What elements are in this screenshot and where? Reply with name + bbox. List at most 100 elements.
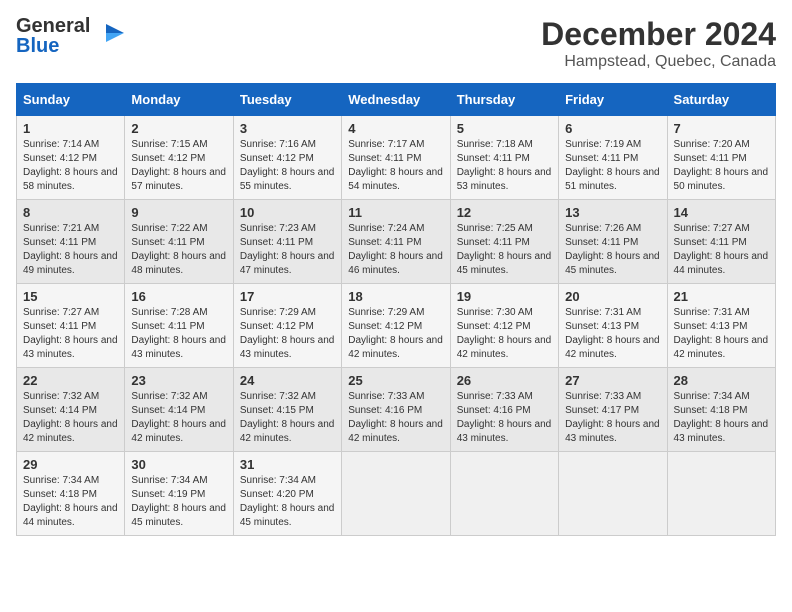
day-number: 15	[23, 289, 118, 304]
calendar-body: 1 Sunrise: 7:14 AMSunset: 4:12 PMDaylight…	[17, 116, 776, 536]
day-info: Sunrise: 7:32 AMSunset: 4:15 PMDaylight:…	[240, 391, 335, 444]
header-cell-saturday: Saturday	[667, 84, 775, 116]
day-cell: 27 Sunrise: 7:33 AMSunset: 4:17 PMDayligh…	[559, 368, 667, 452]
day-cell: 24 Sunrise: 7:32 AMSunset: 4:15 PMDayligh…	[233, 368, 341, 452]
day-info: Sunrise: 7:16 AMSunset: 4:12 PMDaylight:…	[240, 139, 335, 192]
week-row-3: 15 Sunrise: 7:27 AMSunset: 4:11 PMDayligh…	[17, 284, 776, 368]
day-cell: 5Sunrise: 7:18 AMSunset: 4:11 PMDaylight…	[450, 116, 558, 200]
header-cell-tuesday: Tuesday	[233, 84, 341, 116]
main-title: December 2024	[541, 16, 776, 53]
day-number: 29	[23, 457, 118, 472]
day-cell: 21 Sunrise: 7:31 AMSunset: 4:13 PMDayligh…	[667, 284, 775, 368]
day-info: Sunrise: 7:27 AMSunset: 4:11 PMDaylight:…	[674, 223, 769, 276]
day-number: 4	[348, 121, 443, 136]
day-number: 11	[348, 205, 443, 220]
day-cell: 7 Sunrise: 7:20 AMSunset: 4:11 PMDaylight…	[667, 116, 775, 200]
logo-general: General	[16, 16, 90, 36]
day-cell: 28 Sunrise: 7:34 AMSunset: 4:18 PMDayligh…	[667, 368, 775, 452]
day-number: 12	[457, 205, 552, 220]
title-area: December 2024 Hampstead, Quebec, Canada	[541, 16, 776, 71]
day-info: Sunrise: 7:28 AMSunset: 4:11 PMDaylight:…	[131, 307, 226, 360]
day-cell: 8Sunrise: 7:21 AMSunset: 4:11 PMDaylight…	[17, 200, 125, 284]
day-number: 21	[674, 289, 769, 304]
header-cell-monday: Monday	[125, 84, 233, 116]
day-cell: 12 Sunrise: 7:25 AMSunset: 4:11 PMDayligh…	[450, 200, 558, 284]
day-cell: 26Sunrise: 7:33 AMSunset: 4:16 PMDayligh…	[450, 368, 558, 452]
day-number: 23	[131, 373, 226, 388]
day-cell: 31 Sunrise: 7:34 AMSunset: 4:20 PMDayligh…	[233, 452, 341, 536]
week-row-1: 1 Sunrise: 7:14 AMSunset: 4:12 PMDaylight…	[17, 116, 776, 200]
day-number: 27	[565, 373, 660, 388]
day-number: 3	[240, 121, 335, 136]
day-cell: 9Sunrise: 7:22 AMSunset: 4:11 PMDaylight…	[125, 200, 233, 284]
day-info: Sunrise: 7:23 AMSunset: 4:11 PMDaylight:…	[240, 223, 335, 276]
day-cell: 6Sunrise: 7:19 AMSunset: 4:11 PMDaylight…	[559, 116, 667, 200]
day-number: 31	[240, 457, 335, 472]
day-cell: 23 Sunrise: 7:32 AMSunset: 4:14 PMDayligh…	[125, 368, 233, 452]
week-row-2: 8Sunrise: 7:21 AMSunset: 4:11 PMDaylight…	[17, 200, 776, 284]
day-number: 18	[348, 289, 443, 304]
day-info: Sunrise: 7:30 AMSunset: 4:12 PMDaylight:…	[457, 307, 552, 360]
day-cell: 16Sunrise: 7:28 AMSunset: 4:11 PMDayligh…	[125, 284, 233, 368]
logo: General Blue	[16, 16, 126, 56]
day-cell: 2Sunrise: 7:15 AMSunset: 4:12 PMDaylight…	[125, 116, 233, 200]
header-cell-sunday: Sunday	[17, 84, 125, 116]
day-cell: 15 Sunrise: 7:27 AMSunset: 4:11 PMDayligh…	[17, 284, 125, 368]
day-info: Sunrise: 7:33 AMSunset: 4:17 PMDaylight:…	[565, 391, 660, 444]
day-info: Sunrise: 7:22 AMSunset: 4:11 PMDaylight:…	[131, 223, 226, 276]
day-info: Sunrise: 7:34 AMSunset: 4:18 PMDaylight:…	[674, 391, 769, 444]
day-number: 8	[23, 205, 118, 220]
week-row-5: 29Sunrise: 7:34 AMSunset: 4:18 PMDayligh…	[17, 452, 776, 536]
day-info: Sunrise: 7:34 AMSunset: 4:20 PMDaylight:…	[240, 475, 335, 528]
day-cell: 30 Sunrise: 7:34 AMSunset: 4:19 PMDayligh…	[125, 452, 233, 536]
day-info: Sunrise: 7:17 AMSunset: 4:11 PMDaylight:…	[348, 139, 443, 192]
day-number: 13	[565, 205, 660, 220]
day-number: 10	[240, 205, 335, 220]
day-cell: 3 Sunrise: 7:16 AMSunset: 4:12 PMDaylight…	[233, 116, 341, 200]
day-number: 17	[240, 289, 335, 304]
week-row-4: 22 Sunrise: 7:32 AMSunset: 4:14 PMDayligh…	[17, 368, 776, 452]
day-info: Sunrise: 7:31 AMSunset: 4:13 PMDaylight:…	[674, 307, 769, 360]
day-cell: 29Sunrise: 7:34 AMSunset: 4:18 PMDayligh…	[17, 452, 125, 536]
day-cell: 20 Sunrise: 7:31 AMSunset: 4:13 PMDayligh…	[559, 284, 667, 368]
calendar-table: SundayMondayTuesdayWednesdayThursdayFrid…	[16, 83, 776, 536]
day-number: 1	[23, 121, 118, 136]
day-cell	[342, 452, 450, 536]
day-cell: 10 Sunrise: 7:23 AMSunset: 4:11 PMDayligh…	[233, 200, 341, 284]
day-info: Sunrise: 7:25 AMSunset: 4:11 PMDaylight:…	[457, 223, 552, 276]
day-info: Sunrise: 7:34 AMSunset: 4:19 PMDaylight:…	[131, 475, 226, 528]
day-cell: 22 Sunrise: 7:32 AMSunset: 4:14 PMDayligh…	[17, 368, 125, 452]
day-cell: 19 Sunrise: 7:30 AMSunset: 4:12 PMDayligh…	[450, 284, 558, 368]
day-cell: 4 Sunrise: 7:17 AMSunset: 4:11 PMDaylight…	[342, 116, 450, 200]
day-number: 7	[674, 121, 769, 136]
header-cell-friday: Friday	[559, 84, 667, 116]
day-number: 30	[131, 457, 226, 472]
day-cell: 14 Sunrise: 7:27 AMSunset: 4:11 PMDayligh…	[667, 200, 775, 284]
day-info: Sunrise: 7:31 AMSunset: 4:13 PMDaylight:…	[565, 307, 660, 360]
day-info: Sunrise: 7:33 AMSunset: 4:16 PMDaylight:…	[348, 391, 443, 444]
page-header: General Blue December 2024 Hampstead, Qu…	[16, 16, 776, 71]
calendar-header-row: SundayMondayTuesdayWednesdayThursdayFrid…	[17, 84, 776, 116]
day-info: Sunrise: 7:26 AMSunset: 4:11 PMDaylight:…	[565, 223, 660, 276]
day-info: Sunrise: 7:20 AMSunset: 4:11 PMDaylight:…	[674, 139, 769, 192]
day-info: Sunrise: 7:32 AMSunset: 4:14 PMDaylight:…	[131, 391, 226, 444]
day-info: Sunrise: 7:14 AMSunset: 4:12 PMDaylight:…	[23, 139, 118, 192]
day-info: Sunrise: 7:24 AMSunset: 4:11 PMDaylight:…	[348, 223, 443, 276]
day-cell: 17Sunrise: 7:29 AMSunset: 4:12 PMDayligh…	[233, 284, 341, 368]
day-info: Sunrise: 7:19 AMSunset: 4:11 PMDaylight:…	[565, 139, 660, 192]
day-number: 19	[457, 289, 552, 304]
day-cell	[559, 452, 667, 536]
day-number: 20	[565, 289, 660, 304]
day-number: 14	[674, 205, 769, 220]
day-info: Sunrise: 7:32 AMSunset: 4:14 PMDaylight:…	[23, 391, 118, 444]
day-info: Sunrise: 7:27 AMSunset: 4:11 PMDaylight:…	[23, 307, 118, 360]
day-info: Sunrise: 7:33 AMSunset: 4:16 PMDaylight:…	[457, 391, 552, 444]
day-number: 28	[674, 373, 769, 388]
day-number: 22	[23, 373, 118, 388]
day-cell: 1 Sunrise: 7:14 AMSunset: 4:12 PMDaylight…	[17, 116, 125, 200]
day-number: 5	[457, 121, 552, 136]
day-number: 2	[131, 121, 226, 136]
day-number: 24	[240, 373, 335, 388]
day-cell: 11 Sunrise: 7:24 AMSunset: 4:11 PMDayligh…	[342, 200, 450, 284]
day-number: 25	[348, 373, 443, 388]
